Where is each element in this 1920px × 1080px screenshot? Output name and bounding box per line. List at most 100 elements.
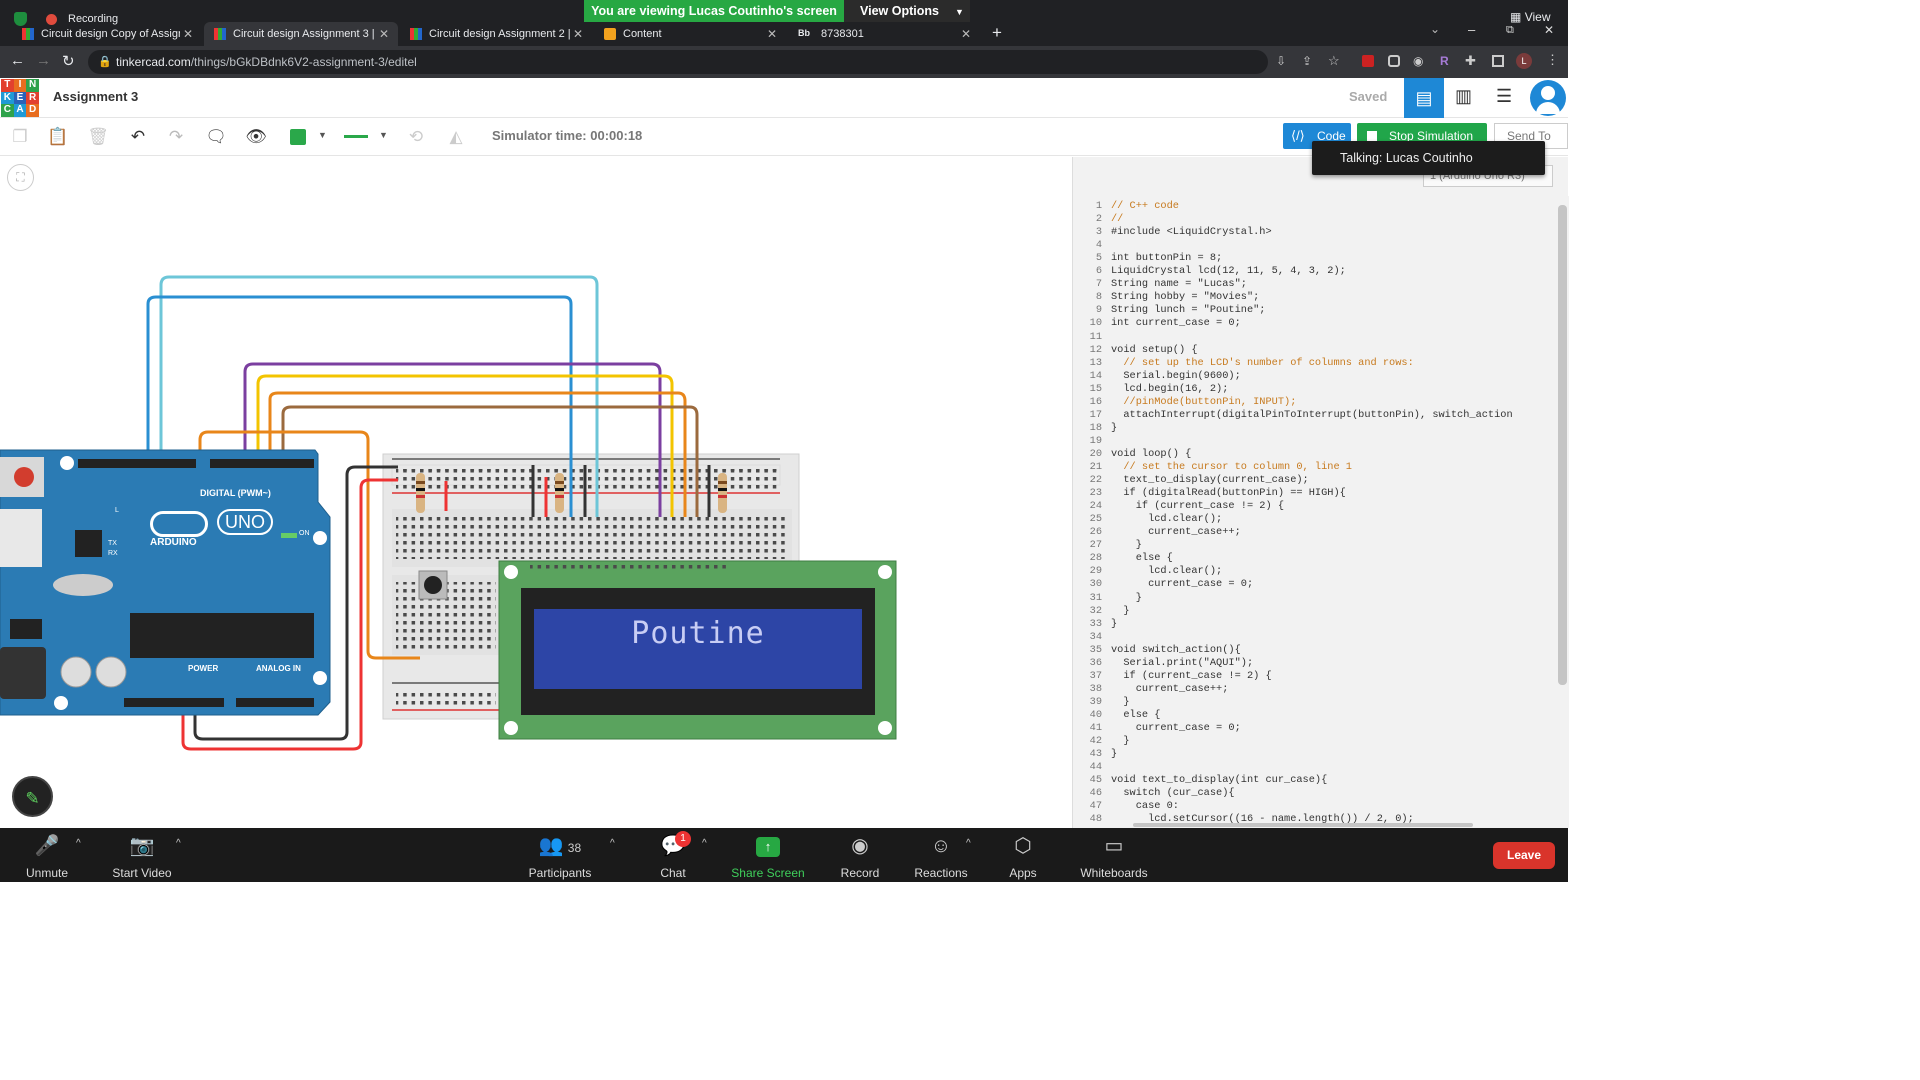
participants-button[interactable]: 👥 38 Participants <box>524 834 596 880</box>
share-arrow-icon: ↑ <box>756 836 780 857</box>
paste-icon[interactable]: 📋 <box>47 126 69 148</box>
wire-type-icon[interactable] <box>344 135 368 138</box>
zoom-view-button[interactable]: ▦ View <box>1510 10 1550 24</box>
copy-icon[interactable]: ❐ <box>9 126 31 148</box>
chevron-down-icon: ▼ <box>954 7 964 17</box>
minimize-icon[interactable]: – <box>1468 22 1475 37</box>
code-text: } <box>1111 748 1118 761</box>
chevron-down-icon[interactable]: ▼ <box>379 130 388 140</box>
notes-visibility-icon[interactable]: 👁 <box>245 126 267 148</box>
component-list-icon[interactable]: ☰ <box>1496 86 1512 107</box>
start-video-button[interactable]: 📷 Start Video <box>106 834 178 880</box>
chevron-up-icon[interactable]: ^ <box>76 838 81 849</box>
puzzle-icon[interactable]: ✚ <box>1465 53 1476 69</box>
forward-icon[interactable]: → <box>36 52 51 69</box>
share-screen-button[interactable]: ↑ Share Screen <box>728 834 808 880</box>
pushbutton[interactable] <box>418 570 448 600</box>
extension-icon[interactable] <box>1388 55 1400 67</box>
code-text: case 0: <box>1111 800 1179 813</box>
browser-tab[interactable]: Content ✕ <box>594 22 786 46</box>
code-text: // <box>1111 213 1124 226</box>
record-button[interactable]: ◉ Record <box>836 834 884 880</box>
code-text: else { <box>1111 708 1161 721</box>
reactions-smile-icon: ☺ <box>930 835 952 857</box>
line-number: 35 <box>1089 643 1102 656</box>
design-title[interactable]: Assignment 3 <box>53 89 138 104</box>
url-field[interactable]: 🔒 tinkercad.com/things/bGkDBdnk6V2-assig… <box>88 50 1268 74</box>
r-extension-icon[interactable]: R <box>1440 54 1449 68</box>
extension-icon[interactable] <box>1362 55 1374 67</box>
restore-icon[interactable]: ⧉ <box>1506 24 1514 37</box>
whiteboards-button[interactable]: ▭ Whiteboards <box>1074 834 1154 880</box>
tab-search-icon[interactable]: ⌄ <box>1430 22 1440 36</box>
arduino-model: UNO <box>217 509 273 535</box>
flip-icon[interactable]: ◭ <box>445 126 467 148</box>
close-tab-icon[interactable]: ✕ <box>180 27 196 41</box>
more-menu-icon[interactable]: ⋮ <box>1546 52 1559 68</box>
line-number: 11 <box>1089 330 1102 343</box>
circuit-view-icon[interactable]: ▤ <box>1404 78 1444 118</box>
close-tab-icon[interactable]: ✕ <box>570 27 586 41</box>
arduino-board[interactable] <box>0 449 331 716</box>
camera-extension-icon[interactable]: ◉ <box>1413 54 1423 68</box>
line-number: 9 <box>1095 304 1102 317</box>
schematic-view-icon[interactable]: ▥ <box>1455 86 1472 107</box>
back-icon[interactable]: ← <box>10 52 25 69</box>
tinkercad-favicon-icon <box>410 28 422 40</box>
close-tab-icon[interactable]: ✕ <box>764 27 780 41</box>
tinkercad-favicon-icon <box>214 28 226 40</box>
stop-icon <box>1367 131 1377 141</box>
l-label: L <box>115 507 119 514</box>
code-hscrollbar[interactable] <box>1133 823 1473 827</box>
chevron-down-icon[interactable]: ▼ <box>318 130 327 140</box>
chevron-up-icon[interactable]: ^ <box>966 838 971 849</box>
profile-avatar[interactable]: L <box>1516 53 1532 69</box>
install-icon[interactable]: ⇩ <box>1276 54 1286 68</box>
line-number: 48 <box>1089 813 1102 826</box>
digital-label: DIGITAL (PWM~) <box>200 488 271 498</box>
content-favicon-icon <box>604 28 616 40</box>
sidebar-icon[interactable] <box>1492 55 1504 67</box>
rotate-icon[interactable]: ⟲ <box>405 126 427 148</box>
code-text: void loop() { <box>1111 447 1192 460</box>
apps-button[interactable]: ⬡ Apps <box>1004 834 1042 880</box>
arduino-infinity-logo <box>150 511 208 537</box>
line-number: 21 <box>1089 461 1102 473</box>
view-options-button[interactable]: View Options ▼ <box>844 0 970 22</box>
unmute-button[interactable]: 🎤 Unmute <box>20 834 74 880</box>
browser-tab[interactable]: Circuit design Copy of Assignme ✕ <box>12 22 202 46</box>
redo-icon[interactable]: ↷ <box>165 126 187 148</box>
browser-tab-active[interactable]: Circuit design Assignment 3 | Tin ✕ <box>204 22 398 46</box>
browser-tab[interactable]: Bb 8738301 ✕ <box>788 22 980 46</box>
browser-tab[interactable]: Circuit design Assignment 2 | Tin ✕ <box>400 22 592 46</box>
close-tab-icon[interactable]: ✕ <box>958 27 974 41</box>
code-editor[interactable]: 1 // C++ code 2 // 3 #include <LiquidCrystal.… <box>1073 196 1569 828</box>
line-number: 25 <box>1089 513 1102 526</box>
undo-icon[interactable]: ↶ <box>127 126 149 148</box>
user-avatar[interactable] <box>1530 80 1566 116</box>
edit-pencil-icon[interactable]: ✎ <box>12 776 53 817</box>
new-tab-icon[interactable]: + <box>992 23 1002 43</box>
note-icon[interactable]: 🗨 <box>205 126 227 148</box>
close-tab-icon[interactable]: ✕ <box>376 27 392 41</box>
code-icon: ⟨/⟩ <box>1291 128 1305 143</box>
chevron-up-icon[interactable]: ^ <box>702 838 707 849</box>
leave-button[interactable]: Leave <box>1493 842 1555 869</box>
reload-icon[interactable]: ↻ <box>62 52 75 70</box>
line-number: 13 <box>1089 356 1102 369</box>
code-scrollbar[interactable] <box>1558 205 1567 685</box>
circuit-canvas[interactable]: ⛶ ARDUINO UNO DIGITAL (PWM~) POWER ANALO… <box>0 157 1072 828</box>
chevron-up-icon[interactable]: ^ <box>176 838 181 849</box>
line-number: 14 <box>1089 369 1102 382</box>
delete-icon[interactable]: 🗑 <box>87 126 109 148</box>
bookmark-star-icon[interactable]: ☆ <box>1328 53 1340 69</box>
line-number: 28 <box>1089 552 1102 565</box>
reactions-button[interactable]: ☺ Reactions <box>910 834 972 880</box>
color-picker-swatch[interactable] <box>290 129 306 145</box>
line-number: 1 <box>1095 200 1102 212</box>
chevron-up-icon[interactable]: ^ <box>610 838 615 849</box>
share-icon[interactable]: ⇪ <box>1302 54 1312 68</box>
close-window-icon[interactable]: ✕ <box>1544 23 1554 37</box>
code-text: } <box>1111 421 1118 434</box>
tinkercad-logo[interactable]: T I N K E R C A D <box>1 79 39 118</box>
